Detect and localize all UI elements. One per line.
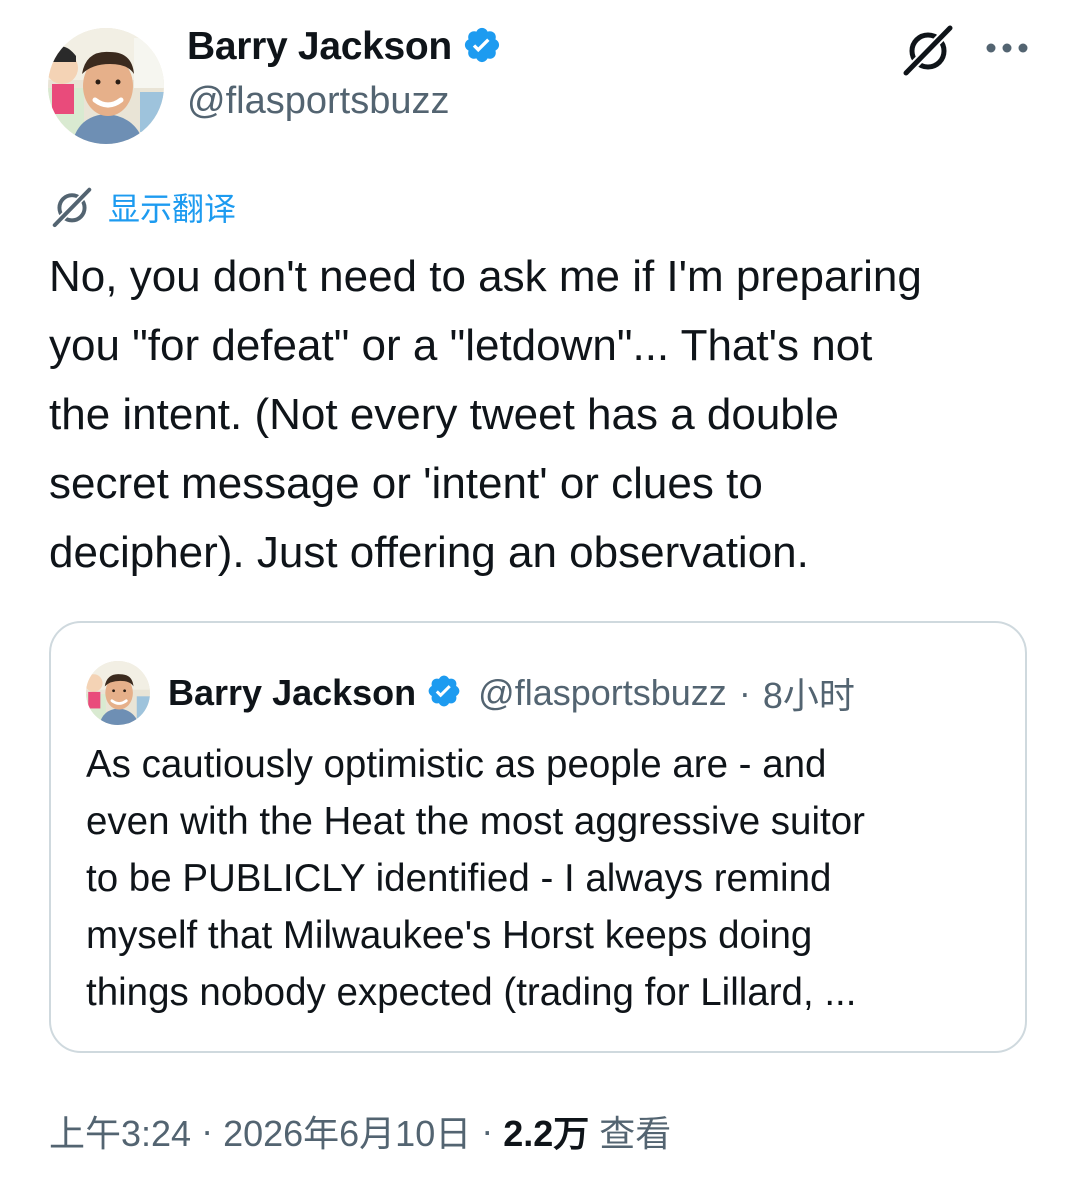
quoted-tweet-text: As cautiously optimistic as people are -…: [86, 743, 865, 1014]
verified-badge-icon[interactable]: [462, 25, 502, 70]
views-count: 2.2万: [503, 1113, 590, 1154]
quoted-tweet-header: Barry Jackson @flasportsbuzz · 8小时: [86, 661, 855, 725]
show-translation-link[interactable]: 显示翻译: [50, 184, 236, 230]
verified-badge-icon: [426, 673, 462, 714]
tweet-date[interactable]: 2026年6月10日: [223, 1105, 471, 1157]
tweet-time[interactable]: 上午3:24: [49, 1105, 191, 1157]
grok-icon: [901, 23, 955, 78]
quoted-author-display-name: Barry Jackson: [168, 672, 417, 713]
avatar-image: [86, 661, 150, 725]
author-handle[interactable]: @flasportsbuzz: [187, 80, 449, 123]
quoted-tweet-time: 8小时: [762, 675, 855, 716]
meta-separator: ·: [738, 672, 751, 713]
author-display-name[interactable]: Barry Jackson: [187, 25, 452, 69]
grok-button[interactable]: [898, 20, 958, 80]
more-horizontal-icon: [986, 43, 1028, 52]
more-options-button[interactable]: [982, 25, 1032, 70]
author-avatar[interactable]: [48, 28, 164, 144]
tweet-text: No, you don't need to ask me if I'm prep…: [49, 252, 922, 577]
author-name-row: Barry Jackson: [187, 22, 502, 72]
tweet-metadata: 上午3:24 · 2026年6月10日 · 2.2万 查看: [49, 1103, 671, 1159]
show-translation-label: 显示翻译: [108, 191, 237, 227]
quoted-tweet-card[interactable]: Barry Jackson @flasportsbuzz · 8小时 As ca…: [49, 621, 1027, 1053]
meta-separator: ·: [481, 1110, 494, 1151]
grok-translate-icon: [51, 186, 93, 229]
quoted-author-handle: @flasportsbuzz: [478, 672, 727, 713]
views-label: 查看: [599, 1113, 672, 1154]
quoted-author-avatar: [86, 661, 150, 725]
avatar-image: [48, 28, 164, 144]
meta-separator: ·: [201, 1110, 214, 1151]
